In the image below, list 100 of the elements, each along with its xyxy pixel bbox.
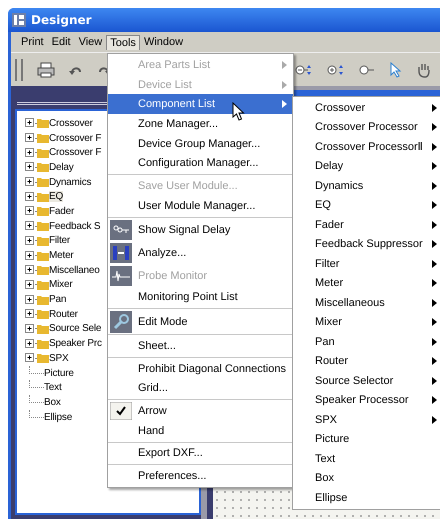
tree-item[interactable]: Mixer xyxy=(49,279,72,290)
menu-item[interactable]: Picture xyxy=(293,430,440,449)
menu-item[interactable]: Preferences... xyxy=(108,466,293,486)
menu-item[interactable]: Hand xyxy=(108,420,293,441)
menu-bar-item[interactable]: Tools xyxy=(106,34,140,50)
expand-icon[interactable] xyxy=(25,309,35,320)
expand-icon[interactable] xyxy=(25,353,35,364)
expand-icon[interactable] xyxy=(25,162,35,172)
menu-item[interactable]: Meter xyxy=(293,274,440,293)
menu-item[interactable]: Miscellaneous xyxy=(293,293,440,312)
expand-icon[interactable] xyxy=(25,280,35,290)
menu-bar-item[interactable]: Window xyxy=(140,34,188,50)
menu-item[interactable]: User Module Manager... xyxy=(108,196,293,216)
menu-item[interactable]: Fader xyxy=(293,215,440,234)
toolbar-grip[interactable] xyxy=(15,58,23,80)
submenu-arrow-icon xyxy=(282,80,287,89)
menu-item[interactable]: Arrow xyxy=(108,401,293,421)
menu-item[interactable]: Show Signal Delay xyxy=(108,218,293,242)
menu-item[interactable]: Sheet... xyxy=(108,336,293,356)
tree-item[interactable]: Delay xyxy=(49,162,74,173)
folder-icon xyxy=(37,236,49,246)
expand-icon[interactable] xyxy=(25,206,35,216)
expand-icon[interactable] xyxy=(25,192,35,202)
menu-item[interactable]: Source Selector xyxy=(293,371,440,390)
menu-item[interactable]: Router xyxy=(293,352,440,371)
menu-item[interactable]: Crossover xyxy=(293,98,440,118)
menu-item[interactable]: Grid... xyxy=(108,378,293,398)
expand-icon[interactable] xyxy=(25,324,35,334)
folder-icon xyxy=(37,148,49,158)
folder-icon xyxy=(37,324,49,334)
tree-item[interactable]: Dynamics xyxy=(49,176,92,188)
tree-item[interactable]: Crossover F xyxy=(49,147,102,158)
tree-item[interactable]: Miscellaneo xyxy=(49,264,100,276)
tree-item[interactable]: Fader xyxy=(49,206,74,217)
folder-icon xyxy=(37,192,49,202)
menu-item[interactable]: Feedback Suppressor xyxy=(293,234,440,254)
tree-item[interactable]: Crossover F xyxy=(49,132,102,144)
analyze-icon xyxy=(110,243,132,263)
menu-item[interactable]: Pan xyxy=(293,332,440,352)
menu-item[interactable]: Crossover Processor xyxy=(293,118,440,137)
tree-item[interactable]: Speaker Prc xyxy=(49,338,102,350)
menu-item[interactable]: Text xyxy=(293,449,440,468)
tree-item[interactable]: Feedback S xyxy=(49,220,100,232)
menu-item[interactable]: EQ xyxy=(293,196,440,215)
tree-item[interactable]: Meter xyxy=(49,250,74,262)
pointer-icon[interactable] xyxy=(390,62,402,78)
folder-icon xyxy=(37,221,49,232)
expand-icon[interactable] xyxy=(25,294,35,305)
folder-icon xyxy=(37,133,49,144)
folder-icon xyxy=(37,353,49,364)
mouse-cursor-icon xyxy=(232,102,245,122)
tree-item[interactable]: Ellipse xyxy=(44,412,72,423)
expand-icon[interactable] xyxy=(25,133,35,144)
menu-item[interactable]: Mixer xyxy=(293,312,440,332)
tree-item[interactable]: Picture xyxy=(44,368,74,379)
menu-item[interactable]: Monitoring Point List xyxy=(108,288,293,308)
expand-icon[interactable] xyxy=(25,177,35,188)
tree-item[interactable]: Filter xyxy=(49,235,70,246)
signal-delay-icon xyxy=(110,220,132,240)
tree-item[interactable]: Router xyxy=(49,308,78,320)
folder-icon xyxy=(37,294,49,305)
menu-item[interactable]: Edit Mode xyxy=(108,310,293,334)
menu-item[interactable]: Crossover ProcessorⅡ xyxy=(293,137,440,156)
expand-icon[interactable] xyxy=(25,236,35,246)
tree-item[interactable]: Text xyxy=(44,382,62,394)
menu-item[interactable]: Component List xyxy=(108,94,293,114)
menu-item[interactable]: Box xyxy=(293,468,440,488)
menu-item[interactable]: Ellipse xyxy=(293,488,440,508)
folder-icon xyxy=(37,118,49,128)
expand-icon[interactable] xyxy=(25,221,35,232)
tree-item[interactable]: Crossover xyxy=(49,118,93,129)
menu-item[interactable]: Device Group Manager... xyxy=(108,134,293,154)
expand-icon[interactable] xyxy=(25,265,35,276)
folder-icon xyxy=(37,265,49,276)
menu-bar-item[interactable]: Print xyxy=(17,34,48,50)
folder-icon xyxy=(37,309,49,320)
menu-item[interactable]: Prohibit Diagonal Connections xyxy=(108,358,293,379)
expand-icon[interactable] xyxy=(25,148,35,158)
menu-item[interactable]: Configuration Manager... xyxy=(108,153,293,174)
menu-item[interactable]: Zone Manager... xyxy=(108,114,293,134)
expand-icon[interactable] xyxy=(25,250,35,261)
tree-item[interactable]: Pan xyxy=(49,294,66,306)
printer-icon[interactable] xyxy=(37,62,55,78)
menu-item[interactable]: Export DXF... xyxy=(108,444,293,464)
window-title: Designer xyxy=(31,13,92,27)
menu-item[interactable]: Dynamics xyxy=(293,176,440,196)
menu-bar-item[interactable]: Edit xyxy=(48,34,75,50)
tree-item[interactable]: Box xyxy=(44,396,61,408)
menu-item[interactable]: SPX xyxy=(293,410,440,430)
tree-item[interactable]: SPX xyxy=(49,352,68,364)
tree-item[interactable]: Source Sele xyxy=(49,323,102,334)
tree-item[interactable]: EQ xyxy=(49,191,64,202)
menu-item[interactable]: Analyze... xyxy=(108,242,293,264)
expand-icon[interactable] xyxy=(25,338,35,349)
expand-icon[interactable] xyxy=(25,118,35,128)
menu-item[interactable]: Filter xyxy=(293,254,440,274)
menu-item[interactable]: Speaker Processor xyxy=(293,390,440,410)
menu-bar-item[interactable]: View xyxy=(74,34,106,50)
hand-icon[interactable] xyxy=(416,62,432,78)
menu-item[interactable]: Delay xyxy=(293,156,440,176)
